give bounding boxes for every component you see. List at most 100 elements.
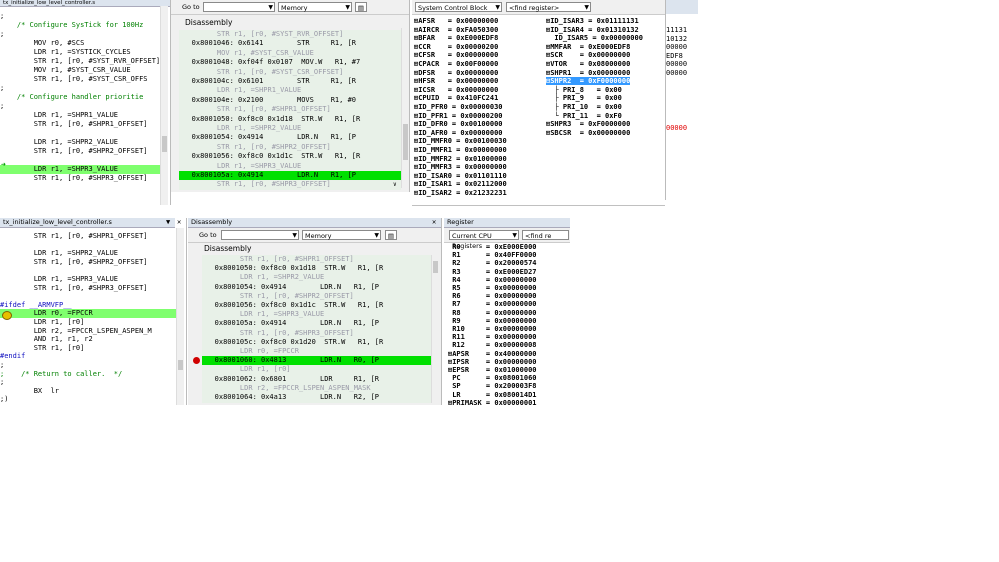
goto-label: Go to bbox=[182, 3, 200, 11]
register-row: ⊞ID_ISAR1 = 0x02112000 bbox=[414, 180, 507, 189]
source-line: LDR r1, =SHPR1_VALUE bbox=[0, 111, 119, 119]
register-row: ⊞CCR = 0x00000200 bbox=[414, 42, 499, 51]
register-row: ⊞ID_MMFR1 = 0x00000000 bbox=[414, 146, 507, 154]
chevron-down-icon[interactable]: ▼ bbox=[512, 231, 517, 241]
scroll-thumb[interactable] bbox=[433, 261, 438, 273]
bottom-register-panel: Register Current CPU Registers ▼ <find re… bbox=[444, 218, 570, 405]
register-row: R7 = 0x00000000 bbox=[448, 300, 537, 309]
register-row: ⊟SHPR2 = 0xF0000000 bbox=[546, 77, 631, 86]
disasm-line: 0x8001060: 0x4813 LDR.N R0, [P bbox=[202, 356, 431, 366]
top-source-scrollbar[interactable] bbox=[160, 6, 168, 205]
scb-left-column: ⊞AFSR = 0x00000000 ⊞AIRCR = 0xFA050300 ⊞BF… bbox=[414, 17, 544, 197]
chevron-down-icon[interactable]: ▼ bbox=[268, 3, 273, 13]
source-line: LDR r1, =SHPR3_VALUE bbox=[0, 165, 160, 174]
register-row: ⊞ID_MMFR2 = 0x01000000 bbox=[414, 154, 507, 163]
find-register-input[interactable]: <find register> ▼ bbox=[506, 2, 591, 12]
register-row: ⊞ID_ISAR0 = 0x01101110 bbox=[414, 171, 507, 180]
chevron-down-icon[interactable]: ∨ bbox=[393, 181, 397, 188]
chevron-down-icon[interactable]: ▼ bbox=[374, 231, 379, 241]
source-line: STR r1, [r0, #SHPR3_OFFSET] bbox=[0, 174, 148, 182]
goto-input[interactable]: ▼ bbox=[203, 2, 275, 12]
scb-toolbar: System Control Block ▼ <find register> ▼ bbox=[412, 0, 665, 15]
close-icon[interactable]: ✕ bbox=[177, 218, 181, 227]
disasm-line: STR r1, [r0, #SYST_CSR_OFFSET] bbox=[179, 67, 344, 76]
goto-input[interactable]: ▼ bbox=[221, 230, 299, 240]
register-row: ⊞VTOR = 0x08000000 bbox=[546, 60, 631, 68]
edge-value: 00000 bbox=[666, 69, 688, 77]
register-row: ⊞ID_PFR1 = 0x00000200 bbox=[414, 111, 503, 120]
toggle-mixed-button[interactable]: ▤ bbox=[385, 230, 397, 240]
scroll-thumb[interactable] bbox=[178, 360, 183, 370]
source-line: STR r1, [r0, #SHPR2_OFFSET] bbox=[0, 147, 148, 155]
scroll-thumb[interactable] bbox=[162, 136, 167, 152]
disasm-line: STR r1, [r0, #SHPR1_OFFSET] bbox=[202, 255, 354, 263]
top-scb-panel: System Control Block ▼ <find register> ▼ ⊞… bbox=[412, 0, 666, 200]
register-panel-title: Register bbox=[447, 218, 474, 226]
register-row: R12 = 0x00000008 bbox=[448, 341, 537, 350]
chevron-down-icon[interactable]: ▼ bbox=[292, 231, 297, 241]
register-row: ⊞EPSR = 0x01000000 bbox=[448, 366, 537, 374]
bottom-disasm-scrollbar[interactable] bbox=[431, 255, 439, 403]
current-line-arrow-icon bbox=[2, 311, 12, 320]
register-row: ⊞AIRCR = 0xFA050300 bbox=[414, 25, 499, 34]
top-source-tab[interactable]: tx_initialize_low_level_controller.s bbox=[0, 0, 170, 7]
disasm-line: LDR r0, =FPCCR bbox=[202, 347, 299, 355]
disasm-line: 0x800104e: 0x2100 MOVS R1, #0 bbox=[179, 95, 357, 104]
source-line: ; bbox=[0, 30, 5, 38]
top-right-clipped-toolbar bbox=[666, 0, 698, 14]
find-register-placeholder: <find re bbox=[525, 232, 552, 240]
find-register-input[interactable]: <find re bbox=[522, 230, 569, 240]
register-toolbar: Current CPU Registers ▼ <find re bbox=[444, 228, 570, 250]
register-row: LR = 0x080014D1 bbox=[448, 390, 537, 399]
disasm-line: STR r1, [r0, #SHPR2_OFFSET] bbox=[179, 142, 331, 151]
register-row: R9 = 0x00000000 bbox=[448, 316, 537, 325]
memory-select[interactable]: Memory ▼ bbox=[302, 230, 381, 240]
chevron-down-icon[interactable]: ▼ bbox=[584, 3, 589, 13]
register-row: SP = 0x200003F8 bbox=[448, 382, 537, 391]
memory-select-value: Memory bbox=[305, 232, 332, 240]
register-row: ⊞PRIMASK = 0x00000001 bbox=[448, 398, 537, 405]
bottom-source-tab[interactable]: tx_initialize_low_level_controller.s bbox=[0, 218, 175, 228]
register-row: ⊞DFSR = 0x00000000 bbox=[414, 68, 499, 77]
goto-label: Go to bbox=[199, 231, 217, 239]
disasm-line: 0x800105a: 0x4914 LDR.N R1, [P bbox=[179, 171, 401, 180]
scroll-thumb[interactable] bbox=[403, 124, 408, 160]
register-group-select[interactable]: System Control Block ▼ bbox=[415, 2, 502, 12]
disasm-line: 0x800105a: 0x4914 LDR.N R1, [P bbox=[202, 319, 380, 328]
register-row: ⊞SHPR3 = 0xF0000000 bbox=[546, 120, 631, 129]
disasm-line: 0x8001062: 0x6801 LDR R1, [R bbox=[202, 374, 380, 383]
breakpoint-icon[interactable] bbox=[193, 357, 200, 364]
chevron-down-icon[interactable]: ▼ bbox=[345, 3, 350, 13]
register-row: ⊞SCR = 0x00000000 bbox=[546, 51, 631, 60]
register-row: R0 = 0xE000E000 bbox=[448, 243, 537, 251]
top-right-clipped-panel: 11131 10132 00000 EDF8 00000 00000 00000 bbox=[666, 0, 698, 200]
source-line: STR r1, [r0, #SYST_CSR_OFFS bbox=[0, 75, 148, 83]
disasm-line: LDR r2, =FPCCR_LSPEN_ASPEN_MASK bbox=[202, 383, 371, 392]
register-row: R6 = 0x00000000 bbox=[448, 292, 537, 301]
disasm-line: LDR r1, =SHPR2_VALUE bbox=[179, 124, 302, 132]
toggle-mixed-button[interactable]: ▤ bbox=[355, 2, 367, 12]
register-row: R3 = 0xE000ED27 bbox=[448, 267, 537, 276]
source-line bbox=[0, 156, 160, 165]
chevron-down-icon[interactable]: ▼ bbox=[495, 3, 500, 13]
source-line: LDR r1, =SHPR2_VALUE bbox=[0, 138, 119, 146]
source-line: LDR r1, =SYSTICK_CYCLES bbox=[0, 48, 131, 56]
bottom-source-editor: tx_initialize_low_level_controller.s ▼ ✕… bbox=[0, 218, 187, 405]
edge-red-value: 00000 bbox=[666, 124, 688, 132]
bottom-source-scrollbar[interactable] bbox=[176, 228, 184, 405]
dropdown-icon[interactable]: ▼ bbox=[166, 218, 170, 227]
disasm-line: 0x8001064: 0x4a13 LDR.N R2, [P bbox=[202, 393, 380, 401]
disasm-line: 0x8001050: 0xf8c0 0x1d18 STR.W R1, [R bbox=[179, 114, 361, 123]
disasm-line: LDR r1, =SHPR2_VALUE bbox=[202, 273, 325, 282]
close-icon[interactable]: ✕ bbox=[432, 218, 436, 227]
register-row: ├ PRI_9 = 0x00 bbox=[546, 94, 622, 103]
disasm-line: 0x8001050: 0xf8c0 0x1d18 STR.W R1, [R bbox=[202, 264, 384, 273]
top-disasm-scrollbar[interactable] bbox=[401, 28, 409, 188]
register-group-select[interactable]: Current CPU Registers ▼ bbox=[449, 230, 519, 250]
bottom-source-title: tx_initialize_low_level_controller.s bbox=[3, 218, 112, 226]
register-row: ⊞CPACR = 0x00F00000 bbox=[414, 60, 499, 68]
memory-select[interactable]: Memory ▼ bbox=[278, 2, 352, 12]
current-line-arrow-icon: ➜ bbox=[1, 160, 6, 169]
register-row: ⊞CPUID = 0x410FC241 bbox=[414, 94, 499, 103]
disasm-line: 0x8001046: 0x6141 STR R1, [R bbox=[179, 39, 357, 48]
